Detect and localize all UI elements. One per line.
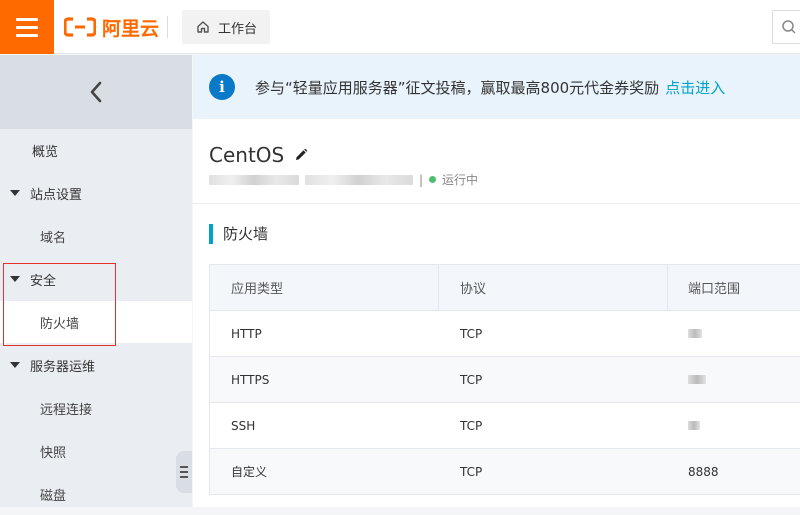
sidebar-group-security[interactable]: 安全 [0,258,192,300]
logo-divider [167,16,168,38]
sidebar-item-label: 快照 [40,445,67,461]
sidebar-item-disk[interactable]: 磁盘 [0,473,192,515]
info-icon: i [209,74,235,100]
redacted-ip-address [305,174,413,185]
cell-app-type: SSH [231,418,256,433]
aliyun-logo[interactable]: 阿里云 [64,13,159,41]
hamburger-menu-button[interactable] [0,0,54,54]
sidebar-item-label: 安全 [30,273,57,289]
table-row: HTTPS TCP [209,357,800,403]
instance-header: CentOS [209,143,310,167]
banner-link[interactable]: 点击进入 [665,77,725,98]
aliyun-logo-icon [64,17,96,37]
sidebar-item-remote-connect[interactable]: 远程连接 [0,387,192,429]
column-header-port-range: 端口范围 [688,282,741,297]
caret-down-icon [10,276,20,282]
pencil-icon[interactable] [292,146,310,164]
workbench-label: 工作台 [218,21,258,37]
home-icon [197,21,209,33]
cell-port-range [668,311,800,356]
header-divider [193,203,800,204]
sidebar-item-label: 防火墙 [40,316,80,332]
main-content: CentOS | 运行中 防火墙 应用类型 协议 端口范围 HTTP TCP H… [193,119,800,507]
sidebar-item-label: 服务器运维 [30,359,96,375]
sidebar-toggle-handle[interactable] [176,451,192,493]
sidebar-item-label: 概览 [32,144,59,160]
sidebar-back-button[interactable] [0,55,192,129]
sidebar-item-label: 磁盘 [40,488,67,504]
brand-name: 阿里云 [102,17,160,40]
section-title: 防火墙 [223,225,269,243]
hamburger-icon [16,17,38,21]
sidebar-group-server-ops[interactable]: 服务器运维 [0,344,192,386]
sidebar: 概览 站点设置 域名 安全 防火墙 服务器运维 远程连接 快照 磁盘 [0,55,192,507]
cell-protocol: TCP [460,418,483,433]
firewall-rules-table: 应用类型 协议 端口范围 HTTP TCP HTTPS TCP SSH TCP … [209,264,800,495]
top-navbar: 阿里云 工作台 [0,0,800,54]
column-header-protocol: 协议 [439,265,668,310]
redacted-port [688,375,706,384]
sidebar-item-label: 远程连接 [40,402,93,418]
table-header-row: 应用类型 协议 端口范围 [209,265,800,311]
cell-app-type: HTTP [231,326,262,341]
cell-protocol: TCP [460,372,483,387]
chevron-left-icon [90,81,102,103]
redacted-port [688,329,702,338]
sidebar-item-label: 域名 [40,230,67,246]
meta-separator: | [419,172,424,187]
cell-port-range [668,403,800,448]
sidebar-item-domain[interactable]: 域名 [0,215,192,257]
sidebar-item-snapshot[interactable]: 快照 [0,430,192,472]
banner-text: 参与“轻量应用服务器”征文投稿，赢取最高800元代金券奖励 [255,78,660,97]
caret-down-icon [10,190,20,196]
cell-port-range: 8888 [688,464,719,479]
sidebar-item-overview[interactable]: 概览 [0,129,192,171]
redacted-port [688,421,700,430]
sidebar-group-site-settings[interactable]: 站点设置 [0,172,192,214]
cell-protocol: TCP [460,326,483,341]
caret-down-icon [10,362,20,368]
cell-app-type: 自定义 [231,465,268,479]
search-input[interactable] [772,10,800,44]
promo-banner: i 参与“轻量应用服务器”征文投稿，赢取最高800元代金券奖励 点击进入 [193,55,800,119]
status-dot [429,176,437,183]
cell-protocol: TCP [460,464,483,479]
section-heading: 防火墙 [209,223,268,244]
section-accent-bar [209,223,213,244]
table-row: SSH TCP [209,403,800,449]
column-header-app-type: 应用类型 [210,265,439,310]
table-row: HTTP TCP [209,311,800,357]
search-icon [782,20,796,34]
instance-meta: | 运行中 [209,171,478,188]
page-title: CentOS [209,143,285,167]
sidebar-item-label: 站点设置 [30,187,83,203]
status-text: 运行中 [442,173,479,187]
redacted-instance-id [209,174,299,185]
cell-port-range [668,357,800,402]
cell-app-type: HTTPS [231,372,270,387]
workbench-button[interactable]: 工作台 [182,10,270,44]
table-row: 自定义 TCP 8888 [209,449,800,495]
sidebar-item-firewall[interactable]: 防火墙 [0,301,192,343]
